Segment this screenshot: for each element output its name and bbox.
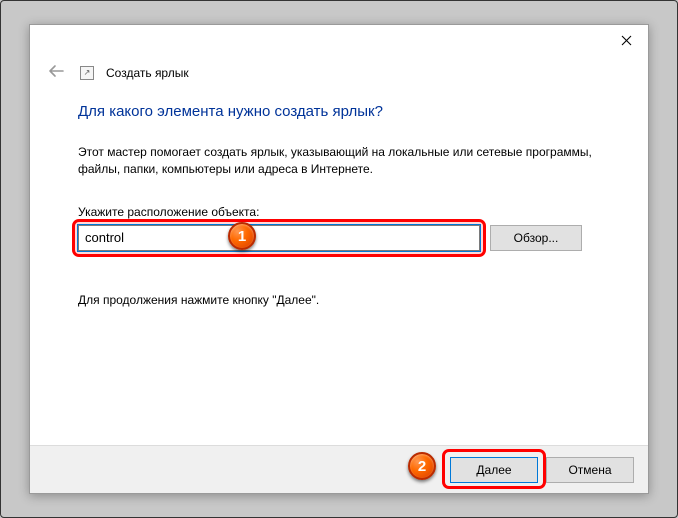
header-row: ↗ Создать ярлык bbox=[30, 55, 648, 85]
location-label: Укажите расположение объекта: bbox=[78, 205, 606, 219]
next-button[interactable]: Далее bbox=[450, 457, 538, 483]
cancel-button[interactable]: Отмена bbox=[546, 457, 634, 483]
dialog-footer: 2 Далее Отмена bbox=[30, 445, 648, 493]
page-description: Этот мастер помогает создать ярлык, указ… bbox=[78, 144, 606, 179]
location-row: 1 Обзор... bbox=[78, 225, 606, 251]
close-button[interactable] bbox=[604, 25, 648, 55]
content-area: Для какого элемента нужно создать ярлык?… bbox=[30, 85, 648, 307]
shortcut-wizard-icon: ↗ bbox=[80, 66, 94, 80]
titlebar bbox=[30, 25, 648, 55]
browse-button[interactable]: Обзор... bbox=[490, 225, 582, 251]
back-arrow-icon[interactable] bbox=[44, 61, 68, 85]
window-title: Создать ярлык bbox=[106, 66, 189, 80]
create-shortcut-dialog: ↗ Создать ярлык Для какого элемента нужн… bbox=[29, 24, 649, 494]
close-icon bbox=[621, 35, 632, 46]
annotation-marker-2: 2 bbox=[408, 452, 436, 480]
location-input[interactable] bbox=[78, 225, 480, 251]
page-heading: Для какого элемента нужно создать ярлык? bbox=[78, 103, 606, 120]
continue-hint: Для продолжения нажмите кнопку "Далее". bbox=[78, 293, 606, 307]
